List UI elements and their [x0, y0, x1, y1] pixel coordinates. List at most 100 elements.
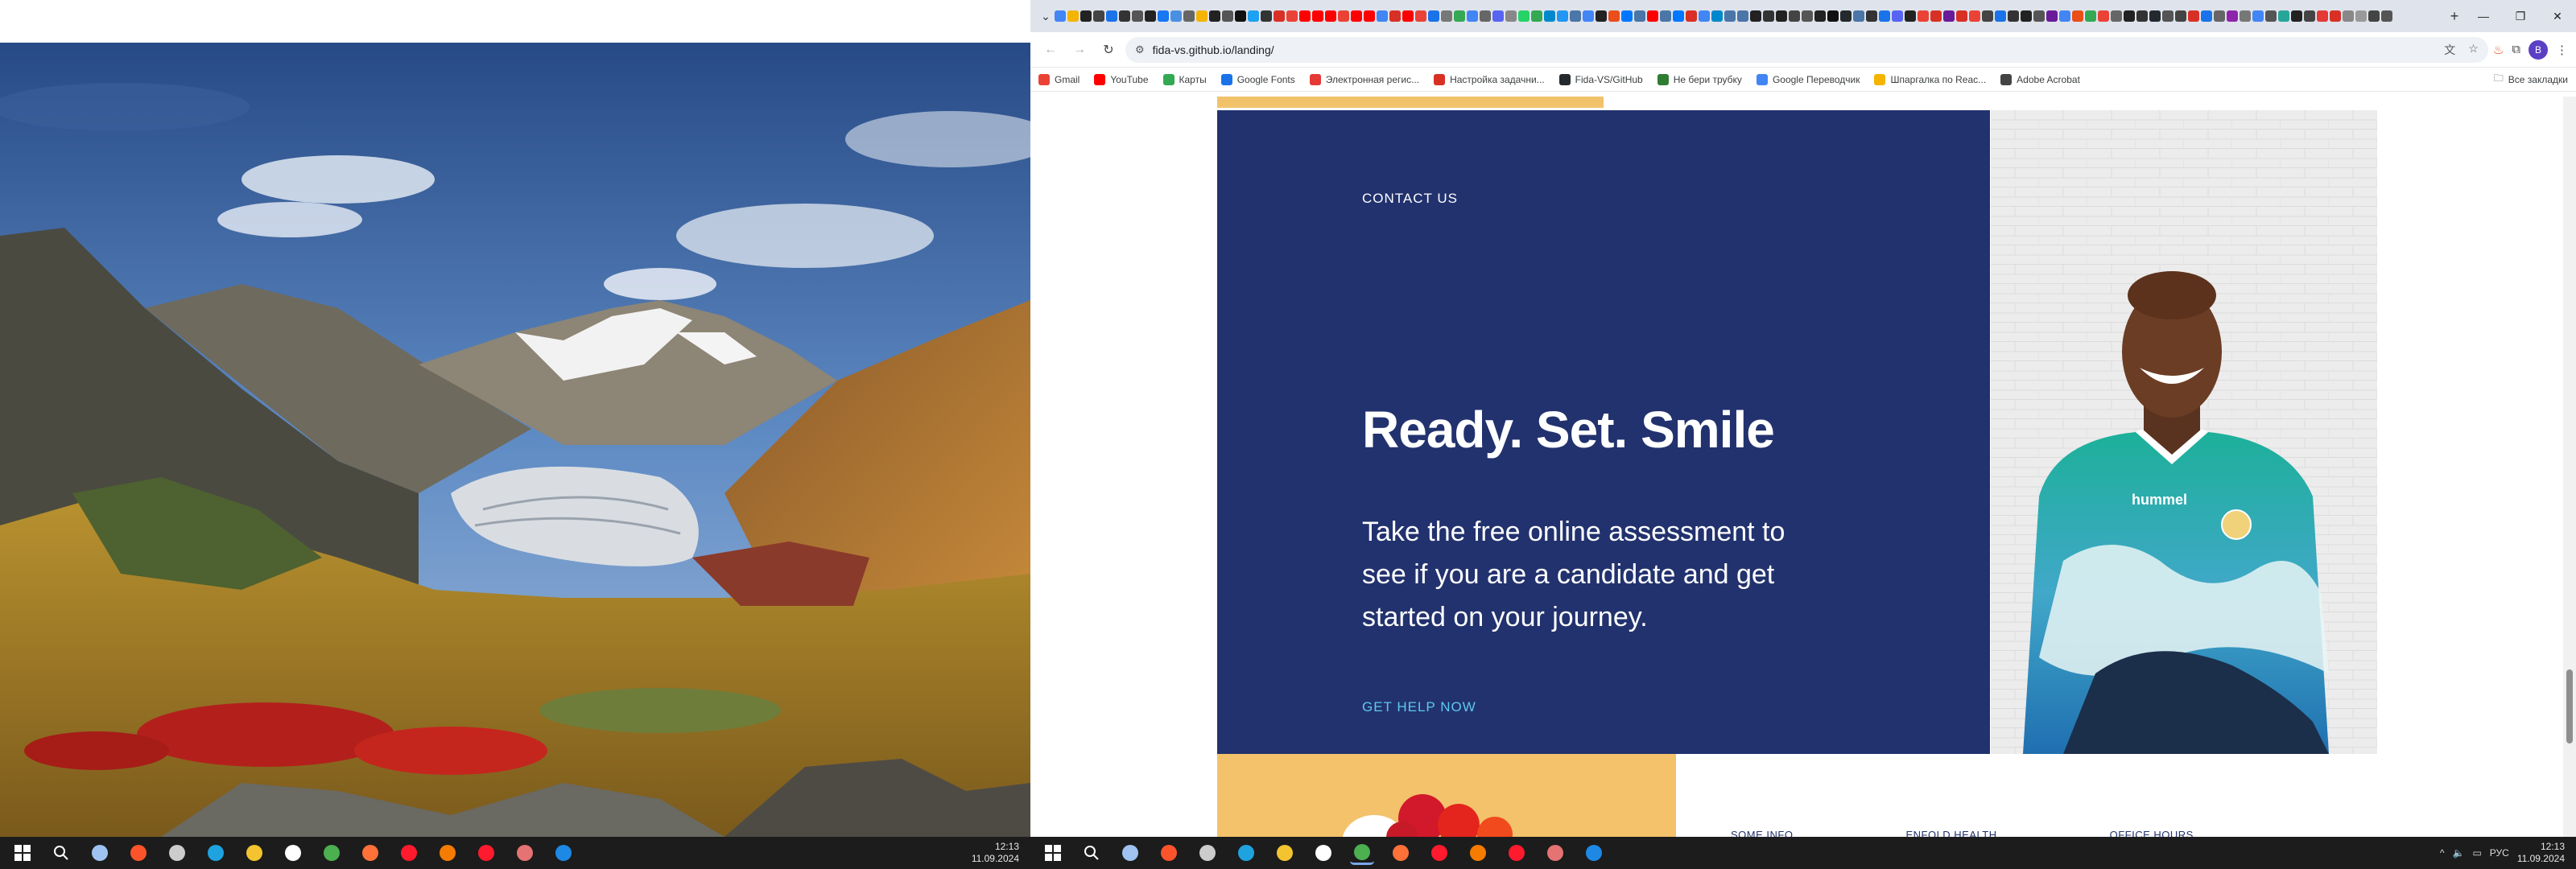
extension-flame-icon[interactable]: ♨	[2493, 43, 2504, 57]
forward-arrow-icon[interactable]: →	[1067, 38, 1092, 62]
pinned-tab-favicon-icon[interactable]	[2240, 10, 2251, 22]
pinned-tab-favicon-icon[interactable]	[1776, 10, 1787, 22]
pinned-tab-favicon-icon[interactable]	[1286, 10, 1298, 22]
pinned-tab-favicon-icon[interactable]	[1055, 10, 1066, 22]
pinned-tab-favicon-icon[interactable]	[1982, 10, 1993, 22]
address-bar[interactable]: ⚙ fida-vs.github.io/landing/ 文 ☆	[1125, 36, 2488, 63]
bookmark-item[interactable]: Карты	[1162, 73, 1207, 85]
pinned-tab-favicon-icon[interactable]	[1170, 10, 1182, 22]
pinned-tab-favicon-icon[interactable]	[1969, 10, 1980, 22]
close-window-icon[interactable]: ✕	[2539, 10, 2576, 23]
bookmark-star-icon[interactable]: ☆	[2468, 42, 2479, 58]
pinned-tab-favicon-icon[interactable]	[1389, 10, 1401, 22]
pinned-tab-favicon-icon[interactable]	[1492, 10, 1504, 22]
pinned-tab-favicon-icon[interactable]	[1918, 10, 1929, 22]
pinned-tab-favicon-icon[interactable]	[1248, 10, 1259, 22]
tray-chevron-icon[interactable]: ^	[2440, 847, 2445, 859]
notepad-icon[interactable]	[88, 841, 112, 865]
clock-right[interactable]: 12:13 11.09.2024	[2517, 841, 2565, 865]
translate-icon[interactable]: 文	[2444, 42, 2455, 58]
pinned-tab-favicon-icon[interactable]	[1505, 10, 1517, 22]
scrollbar-thumb[interactable]	[2566, 669, 2573, 743]
pinned-tab-favicon-icon[interactable]	[2265, 10, 2277, 22]
pinned-tab-favicon-icon[interactable]	[2072, 10, 2083, 22]
pinned-tab-favicon-icon[interactable]	[1093, 10, 1104, 22]
clock-left[interactable]: 12:13 11.09.2024	[972, 841, 1019, 865]
pinned-tab-favicon-icon[interactable]	[1789, 10, 1800, 22]
pinned-tab-favicon-icon[interactable]	[2252, 10, 2264, 22]
search-icon[interactable]	[49, 841, 73, 865]
pinned-tab-favicon-icon[interactable]	[1119, 10, 1130, 22]
opera-icon[interactable]	[1427, 841, 1451, 865]
bookmark-item[interactable]: Gmail	[1038, 73, 1080, 85]
app-orange-icon[interactable]	[436, 841, 460, 865]
minimize-icon[interactable]: —	[2465, 10, 2502, 23]
pinned-tab-favicon-icon[interactable]	[1080, 10, 1092, 22]
bookmark-item[interactable]: Adobe Acrobat	[2000, 73, 2080, 85]
pinned-tab-favicon-icon[interactable]	[2188, 10, 2199, 22]
search-icon[interactable]	[1080, 841, 1104, 865]
pinned-tab-favicon-icon[interactable]	[1802, 10, 1813, 22]
pinned-tab-favicon-icon[interactable]	[2111, 10, 2122, 22]
pinned-tab-favicon-icon[interactable]	[1827, 10, 1839, 22]
pinned-tab-favicon-icon[interactable]	[2355, 10, 2367, 22]
bookmark-item[interactable]: Google Fonts	[1220, 73, 1295, 85]
pinned-tab-favicon-icon[interactable]	[1274, 10, 1285, 22]
pinned-tab-favicon-icon[interactable]	[1673, 10, 1684, 22]
file-explorer-icon[interactable]	[242, 841, 266, 865]
file-explorer-icon[interactable]	[1273, 841, 1297, 865]
pinned-tab-favicon-icon[interactable]	[1711, 10, 1723, 22]
maximize-icon[interactable]: ❐	[2502, 10, 2539, 23]
chrome-icon[interactable]	[1350, 841, 1374, 865]
app-gray-icon[interactable]	[1195, 841, 1220, 865]
pinned-tab-favicon-icon[interactable]	[1686, 10, 1697, 22]
menu-kebab-icon[interactable]: ⋮	[2556, 43, 2568, 57]
back-arrow-icon[interactable]: ←	[1038, 38, 1063, 62]
app-orange-icon[interactable]	[1466, 841, 1490, 865]
site-info-icon[interactable]: ⚙	[1135, 43, 1145, 56]
language-indicator[interactable]: РУС	[2490, 847, 2509, 859]
pinned-tab-favicon-icon[interactable]	[1724, 10, 1736, 22]
vscode-icon[interactable]	[1582, 841, 1606, 865]
pinned-tab-favicon-icon[interactable]	[1467, 10, 1478, 22]
pinned-tab-favicon-icon[interactable]	[2162, 10, 2174, 22]
pinned-tab-favicon-icon[interactable]	[2124, 10, 2135, 22]
pinned-tab-favicon-icon[interactable]	[2149, 10, 2161, 22]
pinned-tab-favicon-icon[interactable]	[1209, 10, 1220, 22]
pinned-tab-favicon-icon[interactable]	[2381, 10, 2392, 22]
edge-icon[interactable]	[204, 841, 228, 865]
windows-start-icon[interactable]	[1041, 841, 1065, 865]
pinned-tab-favicon-icon[interactable]	[2008, 10, 2019, 22]
bookmark-item[interactable]: YouTube	[1094, 73, 1149, 85]
page-scrollbar[interactable]	[2563, 97, 2576, 837]
pinned-tab-favicon-icon[interactable]	[2291, 10, 2302, 22]
pinned-tab-favicon-icon[interactable]	[1544, 10, 1555, 22]
opera-gx-icon[interactable]	[1505, 841, 1529, 865]
pinned-tab-favicon-icon[interactable]	[1995, 10, 2006, 22]
notepad-icon[interactable]	[1118, 841, 1142, 865]
pinned-tab-favicon-icon[interactable]	[2046, 10, 2058, 22]
pinned-tab-favicon-icon[interactable]	[1312, 10, 1323, 22]
all-bookmarks-folder[interactable]: 🗀 Все закладки	[2494, 71, 2568, 88]
pinned-tab-favicon-icon[interactable]	[1621, 10, 1633, 22]
pinned-tab-favicon-icon[interactable]	[1583, 10, 1594, 22]
pinned-tab-favicon-icon[interactable]	[1750, 10, 1761, 22]
pinned-tab-favicon-icon[interactable]	[2021, 10, 2032, 22]
pinned-tab-favicon-icon[interactable]	[1299, 10, 1311, 22]
windows-start-icon[interactable]	[10, 841, 35, 865]
pinned-tab-favicon-icon[interactable]	[1608, 10, 1620, 22]
pinned-tab-favicon-icon[interactable]	[1106, 10, 1117, 22]
extensions-puzzle-icon[interactable]: ⧉	[2512, 43, 2520, 56]
pinned-tab-favicon-icon[interactable]	[2201, 10, 2212, 22]
pinned-tab-favicon-icon[interactable]	[2330, 10, 2341, 22]
pinned-tab-favicon-icon[interactable]	[1196, 10, 1208, 22]
pinned-tab-favicon-icon[interactable]	[1557, 10, 1568, 22]
pinned-tab-favicon-icon[interactable]	[1338, 10, 1349, 22]
pinned-tab-favicon-icon[interactable]	[2175, 10, 2186, 22]
chrome-icon[interactable]	[320, 841, 344, 865]
pinned-tab-favicon-icon[interactable]	[1067, 10, 1079, 22]
pinned-tab-favicon-icon[interactable]	[1158, 10, 1169, 22]
profile-avatar[interactable]: B	[2529, 39, 2548, 60]
pinned-tab-favicon-icon[interactable]	[1763, 10, 1774, 22]
tab-search-chevron-icon[interactable]: ⌄	[1037, 7, 1055, 25]
